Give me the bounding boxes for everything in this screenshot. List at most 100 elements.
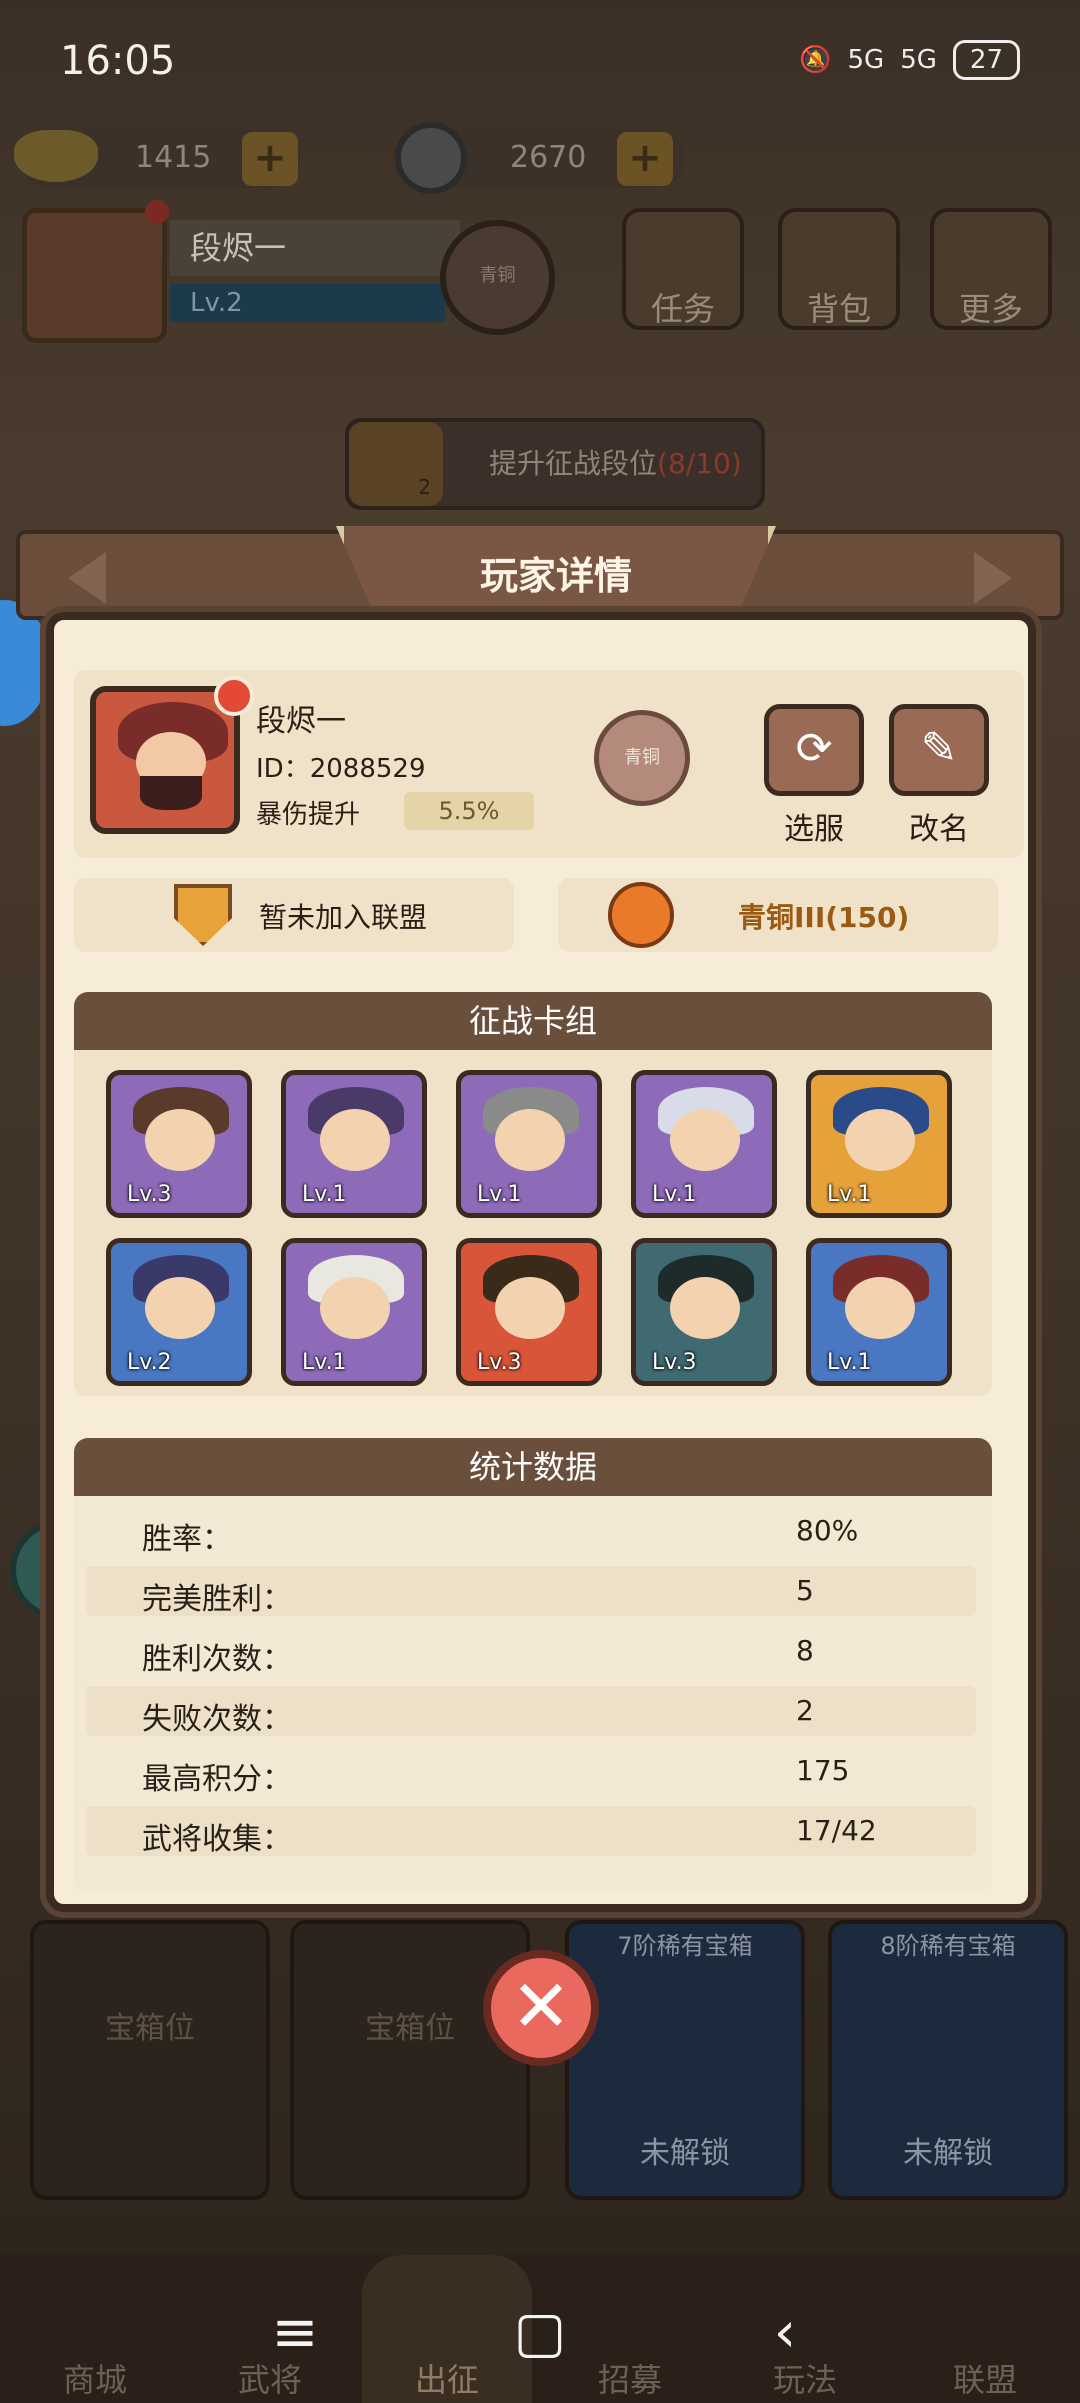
hero-level: Lv.1: [827, 1350, 872, 1375]
stat-label: 武将收集：: [142, 1822, 292, 1857]
mute-icon: 🔕: [799, 45, 832, 75]
hero-face: [145, 1277, 215, 1339]
gold-ingot-icon: [14, 130, 98, 182]
add-coin-button[interactable]: +: [617, 132, 673, 186]
stat-row: 完美胜利： 5: [86, 1566, 976, 1617]
signal-icon: 5G: [847, 45, 885, 75]
player-header: 段烬一 Lv.2 青铜 任务 背包 更多: [0, 200, 1080, 350]
notification-dot: [214, 676, 254, 716]
hero-level: Lv.3: [652, 1350, 697, 1375]
stat-label: 最高积分：: [142, 1762, 292, 1797]
switch-server-button[interactable]: ⟳: [764, 704, 864, 796]
stats-table: 胜率： 80% 完美胜利： 5 胜利次数： 8 失败次数： 2 最高积分： 17…: [74, 1496, 992, 1892]
stat-row: 最高积分： 175: [86, 1746, 976, 1797]
system-nav-bar: ≡ ▢ ‹: [0, 2290, 1080, 2380]
coin-icon: [395, 122, 467, 194]
locked-chest-slot[interactable]: 8阶稀有宝箱 未解锁: [828, 1920, 1068, 2200]
hero-card[interactable]: Lv.1: [456, 1070, 602, 1218]
scroll-icon: 2: [349, 422, 443, 506]
hero-card[interactable]: Lv.1: [806, 1238, 952, 1386]
hero-card[interactable]: Lv.3: [106, 1070, 252, 1218]
rank-status[interactable]: 青铜III(150): [558, 878, 998, 952]
hero-level: Lv.1: [302, 1350, 347, 1375]
hero-face: [845, 1277, 915, 1339]
switch-server-label: 选服: [784, 812, 844, 847]
rank-text: 青铜III(150): [738, 901, 910, 934]
pouch-icon: [608, 882, 674, 948]
upgrade-rank-button[interactable]: 2 提升征战段位(8/10): [345, 418, 765, 510]
hero-level: Lv.1: [477, 1182, 522, 1207]
add-gold-button[interactable]: +: [242, 132, 298, 186]
home-icon[interactable]: ▢: [495, 2290, 585, 2380]
recent-apps-icon[interactable]: ≡: [250, 2290, 340, 2380]
hero-card[interactable]: Lv.1: [281, 1238, 427, 1386]
hero-level: Lv.1: [652, 1182, 697, 1207]
stat-value: 175: [796, 1754, 850, 1787]
shield-icon: [174, 884, 232, 946]
hero-card[interactable]: Lv.1: [806, 1070, 952, 1218]
hero-face: [495, 1109, 565, 1171]
hero-level: Lv.2: [127, 1350, 172, 1375]
player-name: 段烬一: [256, 704, 346, 739]
chest-status: 未解锁: [903, 2136, 993, 2171]
status-bar: 16:05 🔕 5G 5G 27: [0, 0, 1080, 130]
hero-face: [495, 1277, 565, 1339]
hero-level: Lv.1: [827, 1182, 872, 1207]
hero-card[interactable]: Lv.2: [106, 1238, 252, 1386]
more-button[interactable]: 更多: [930, 208, 1052, 330]
stat-label: 胜率：: [142, 1522, 232, 1557]
locked-chest-slot[interactable]: 7阶稀有宝箱 未解锁: [565, 1920, 805, 2200]
hero-level: Lv.3: [477, 1350, 522, 1375]
hero-card[interactable]: Lv.1: [631, 1070, 777, 1218]
player-details-modal: 玩家详情 段烬一 ID：2088529 暴伤提升 5.5% 青铜 ⟳ 选服 ✎ …: [16, 526, 1064, 1940]
alliance-status[interactable]: 暂未加入联盟: [74, 878, 514, 952]
alliance-text: 暂未加入联盟: [259, 901, 428, 934]
gold-amount: 1415: [135, 140, 212, 175]
hero-face: [145, 1109, 215, 1171]
profile-card: 段烬一 ID：2088529 暴伤提升 5.5% 青铜 ⟳ 选服 ✎ 改名: [74, 670, 1024, 858]
player-level-bar: Lv.2: [170, 284, 445, 322]
stat-label: 完美胜利：: [142, 1582, 292, 1617]
bag-button[interactable]: 背包: [778, 208, 900, 330]
stat-row: 胜率： 80%: [86, 1506, 976, 1557]
hero-card[interactable]: Lv.1: [281, 1070, 427, 1218]
stat-label: 失败次数：: [142, 1702, 292, 1737]
signal-icon: 5G: [900, 45, 937, 75]
rank-emblem-icon[interactable]: 青铜: [440, 220, 555, 335]
chest-slot[interactable]: 宝箱位: [290, 1920, 530, 2200]
stat-value: 2: [796, 1694, 814, 1727]
hero-card[interactable]: Lv.3: [631, 1238, 777, 1386]
battery-icon: 27: [952, 40, 1020, 80]
stat-row: 武将收集： 17/42: [86, 1806, 976, 1857]
stat-value: 5: [796, 1574, 814, 1607]
gold-counter: 1415 +: [14, 128, 300, 188]
stat-row: 胜利次数： 8: [86, 1626, 976, 1677]
deck-grid: Lv.3 Lv.1 Lv.1 Lv.1 Lv.1 Lv.2 Lv.1 Lv.3 …: [74, 1050, 992, 1396]
upgrade-label: 提升征战段位: [489, 447, 658, 480]
stat-value: 80%: [796, 1514, 859, 1547]
resource-bar: 1415 + 2670 +: [0, 118, 1080, 198]
rename-button[interactable]: ✎: [889, 704, 989, 796]
hero-face: [845, 1109, 915, 1171]
rank-emblem-icon: 青铜: [594, 710, 690, 806]
rename-label: 改名: [909, 812, 969, 847]
hero-face: [670, 1109, 740, 1171]
coin-counter: 2670 +: [395, 122, 685, 194]
stat-row: 失败次数： 2: [86, 1686, 976, 1737]
deck-title: 征战卡组: [74, 992, 992, 1050]
modal-body: 段烬一 ID：2088529 暴伤提升 5.5% 青铜 ⟳ 选服 ✎ 改名 暂未…: [46, 612, 1036, 1912]
hero-face: [320, 1109, 390, 1171]
hero-card[interactable]: Lv.3: [456, 1238, 602, 1386]
player-name: 段烬一: [170, 220, 460, 276]
hero-face: [320, 1277, 390, 1339]
stat-value: 8: [796, 1634, 814, 1667]
close-button[interactable]: ✕: [483, 1950, 599, 2066]
player-id: ID：2088529: [256, 754, 426, 784]
crit-label: 暴伤提升: [256, 800, 361, 830]
crit-value: 5.5%: [404, 792, 534, 830]
hero-face: [670, 1277, 740, 1339]
back-icon[interactable]: ‹: [740, 2290, 830, 2380]
chest-slot[interactable]: 宝箱位: [30, 1920, 270, 2200]
avatar[interactable]: [22, 208, 167, 343]
task-button[interactable]: 任务: [622, 208, 744, 330]
